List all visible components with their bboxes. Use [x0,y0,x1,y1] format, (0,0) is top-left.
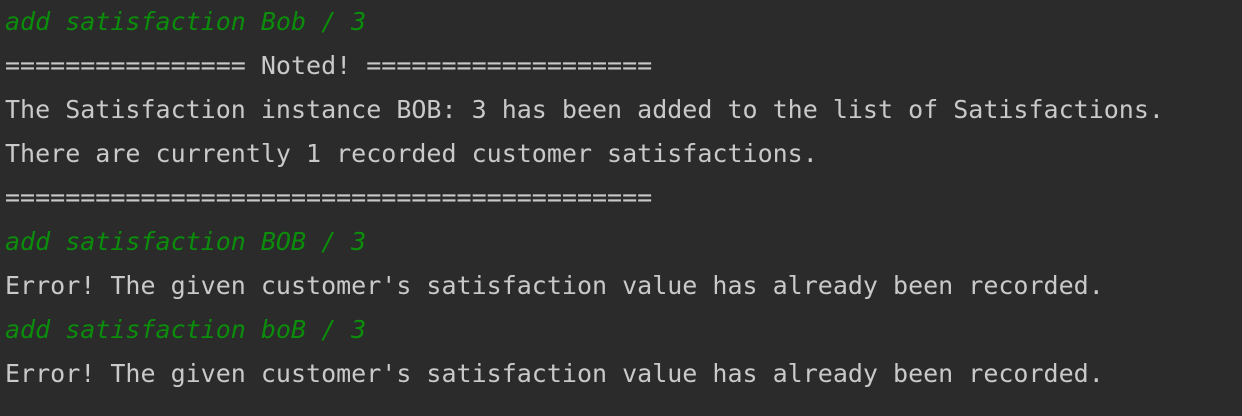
console-line-output: The Satisfaction instance BOB: 3 has bee… [5,95,1164,124]
console-line-output: There are currently 1 recorded customer … [5,139,818,168]
console-line-user-input: add satisfaction boB / 3 [5,315,367,344]
console-line-user-input: add satisfaction Bob / 3 [5,7,367,36]
console-line-output: Error! The given customer's satisfaction… [5,271,1104,300]
console-output[interactable]: add satisfaction Bob / 3 ===============… [0,0,1242,416]
console-line-user-input: add satisfaction BOB / 3 [5,227,367,256]
console-line-output: ========================================… [5,183,653,212]
console-line-output: ================ Noted! ================… [5,51,653,80]
console-line-output: Error! The given customer's satisfaction… [5,359,1104,388]
